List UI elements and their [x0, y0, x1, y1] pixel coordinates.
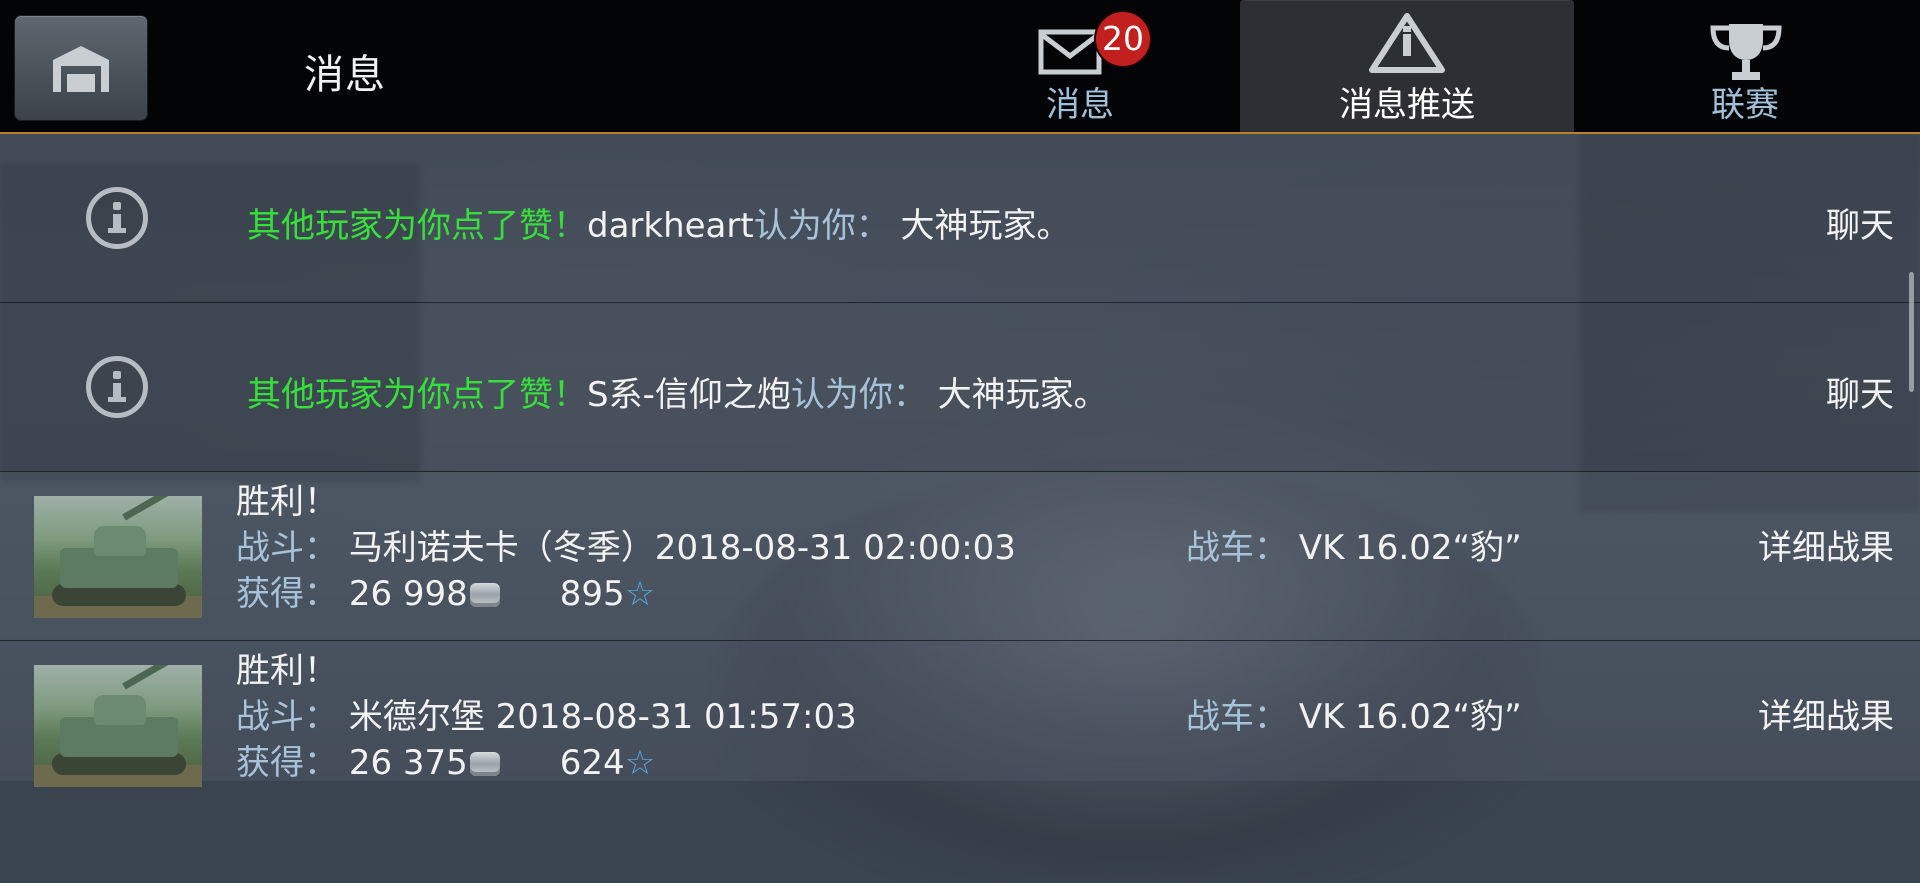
tank-info: 战车： VK 16.02“豹” — [1186, 689, 1522, 738]
battle-details-button[interactable]: 详细战果 — [1758, 689, 1894, 738]
credits-value: 26 375 — [348, 743, 468, 783]
like-prefix: 其他玩家为你点了赞！ — [247, 206, 587, 246]
player-name[interactable]: S系-信仰之炮 — [587, 375, 791, 415]
unread-count-badge: 20 — [1096, 12, 1150, 66]
warning-triangle-icon — [1369, 13, 1445, 73]
tank-thumbnail — [34, 496, 202, 618]
like-prefix: 其他玩家为你点了赞！ — [247, 375, 587, 415]
tab-messages[interactable]: 消息 — [980, 0, 1180, 132]
chat-button[interactable]: 聊天 — [1826, 198, 1894, 247]
tab-messages-label: 消息 — [1046, 85, 1114, 125]
top-bar: 消息 消息 20 消息推送 联赛 — [0, 0, 1920, 134]
tab-push-notifications[interactable]: 消息推送 — [1240, 0, 1574, 132]
battle-result: 胜利！ — [236, 482, 338, 522]
list-item[interactable]: 胜利！ 战斗： 马利诺夫卡（冬季）2018-08-31 02:00:03 战车：… — [0, 472, 1920, 641]
list-item[interactable]: 其他玩家为你点了赞！S系-信仰之炮认为你： 大神玩家。 聊天 — [0, 303, 1920, 472]
list-item[interactable]: 其他玩家为你点了赞！darkheart认为你： 大神玩家。 聊天 — [0, 134, 1920, 303]
battle-details-button[interactable]: 详细战果 — [1758, 520, 1894, 569]
tank-label: 战车： — [1186, 697, 1288, 737]
tank-label: 战车： — [1186, 528, 1288, 568]
envelope-icon — [1038, 29, 1102, 75]
tab-league[interactable]: 联赛 — [1645, 0, 1845, 132]
battle-info: 战斗： 马利诺夫卡（冬季）2018-08-31 02:00:03 — [236, 520, 1016, 569]
like-verb: 认为你： — [790, 375, 927, 415]
tab-push-label: 消息推送 — [1339, 85, 1475, 125]
xp-value: 895 — [559, 574, 625, 614]
tank-info: 战车： VK 16.02“豹” — [1186, 520, 1522, 569]
trophy-icon — [1710, 24, 1782, 80]
battle-value: 米德尔堡 2018-08-31 01:57:03 — [348, 697, 857, 737]
earned-label: 获得： — [236, 743, 338, 783]
list-item[interactable]: 胜利！ 战斗： 米德尔堡 2018-08-31 01:57:03 战车： VK … — [0, 641, 1920, 787]
xp-star-icon: ☆ — [624, 743, 656, 783]
credits-value: 26 998 — [348, 574, 468, 614]
battle-result: 胜利！ — [236, 651, 338, 691]
like-verb: 认为你： — [753, 206, 890, 246]
tank-value: VK 16.02“豹” — [1298, 528, 1522, 568]
credits-icon — [469, 583, 500, 607]
scrollbar[interactable] — [1909, 272, 1914, 392]
message-list: 其他玩家为你点了赞！darkheart认为你： 大神玩家。 聊天 其他玩家为你点… — [0, 134, 1920, 787]
garage-icon — [53, 46, 109, 92]
xp-value: 624 — [559, 743, 625, 783]
tank-thumbnail — [34, 665, 202, 787]
battle-label: 战斗： — [236, 697, 338, 737]
chat-button[interactable]: 聊天 — [1826, 367, 1894, 416]
tank-value: VK 16.02“豹” — [1298, 697, 1522, 737]
xp-star-icon: ☆ — [624, 574, 656, 614]
page-title: 消息 — [304, 52, 386, 98]
battle-value: 马利诺夫卡（冬季）2018-08-31 02:00:03 — [348, 528, 1016, 568]
info-icon — [86, 356, 148, 418]
like-message-text: 其他玩家为你点了赞！darkheart认为你： 大神玩家。 — [247, 198, 1071, 247]
earned-info: 获得： 26 998 895☆ — [236, 566, 655, 615]
battle-info: 战斗： 米德尔堡 2018-08-31 01:57:03 — [236, 689, 857, 738]
earned-info: 获得： 26 375 624☆ — [236, 735, 655, 784]
garage-button[interactable] — [15, 16, 147, 120]
battle-label: 战斗： — [236, 528, 338, 568]
earned-label: 获得： — [236, 574, 338, 614]
player-name[interactable]: darkheart — [587, 206, 754, 246]
info-icon — [86, 187, 148, 249]
player-title: 大神玩家。 — [937, 375, 1108, 415]
player-title: 大神玩家。 — [900, 206, 1071, 246]
tab-league-label: 联赛 — [1711, 85, 1779, 125]
like-message-text: 其他玩家为你点了赞！S系-信仰之炮认为你： 大神玩家。 — [247, 367, 1108, 416]
credits-icon — [469, 752, 500, 776]
